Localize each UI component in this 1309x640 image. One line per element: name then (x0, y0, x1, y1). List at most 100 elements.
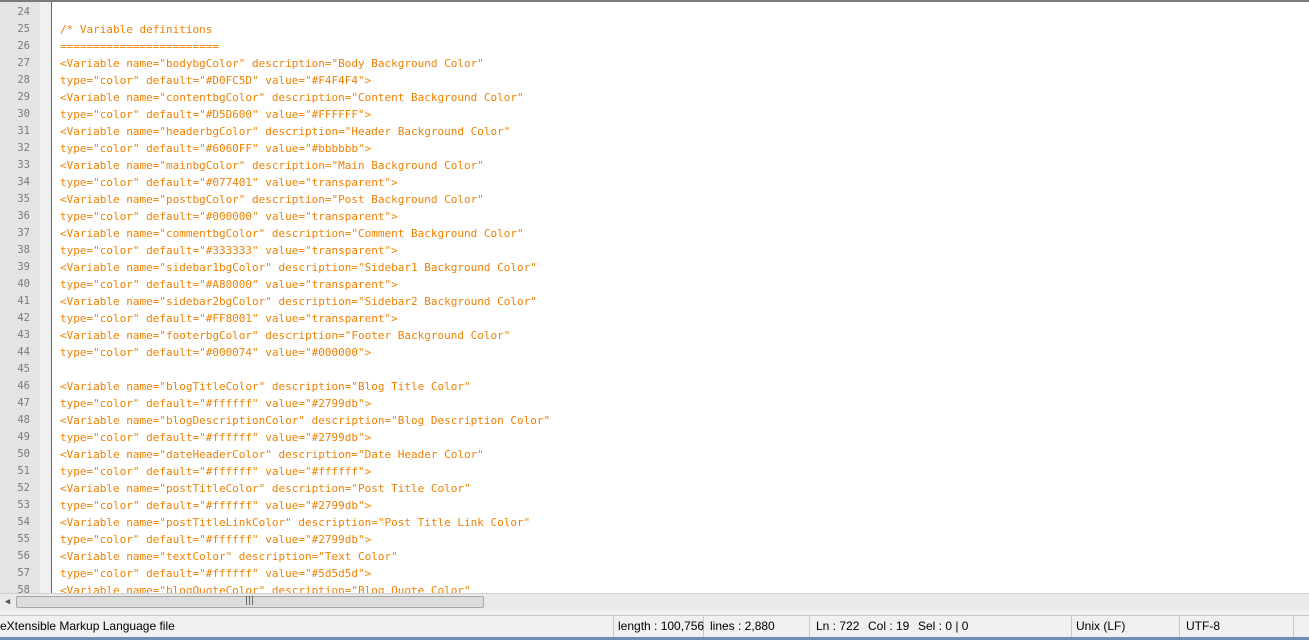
code-line[interactable]: 34 type="color" default="#077401" value="… (0, 174, 1309, 191)
line-number: 52 (17, 482, 30, 494)
line-text[interactable]: <Variable name="commentbgColor" descript… (60, 225, 524, 242)
line-text[interactable]: type="color" default="#000000" value="tr… (60, 208, 398, 225)
code-line[interactable]: 55 type="color" default="#ffffff" value="… (0, 531, 1309, 548)
line-number: 32 (17, 142, 30, 154)
line-text[interactable]: <Variable name="dateHeaderColor" descrip… (60, 446, 484, 463)
code-line[interactable]: 53 type="color" default="#ffffff" value="… (0, 497, 1309, 514)
line-text[interactable]: type="color" default="#ffffff" value="#2… (60, 429, 371, 446)
code-line[interactable]: 40 type="color" default="#A80000" value="… (0, 276, 1309, 293)
line-number: 55 (17, 533, 30, 545)
code-line[interactable]: 35 <Variable name="postbgColor" descripti… (0, 191, 1309, 208)
line-text[interactable]: <Variable name="sidebar2bgColor" descrip… (60, 293, 537, 310)
line-number: 39 (17, 261, 30, 273)
line-text[interactable]: type="color" default="#333333" value="tr… (60, 242, 398, 259)
code-line[interactable]: 42 type="color" default="#FF8001" value="… (0, 310, 1309, 327)
code-line[interactable]: 28 type="color" default="#D0FC5D" value="… (0, 72, 1309, 89)
code-line[interactable]: 43 <Variable name="footerbgColor" descrip… (0, 327, 1309, 344)
line-number: 24 (17, 6, 30, 18)
line-number: 33 (17, 159, 30, 171)
line-text[interactable]: <Variable name="postTitleColor" descript… (60, 480, 471, 497)
line-text[interactable]: type="color" default="#ffffff" value="#2… (60, 395, 371, 412)
line-number: 37 (17, 227, 30, 239)
line-text[interactable]: <Variable name="headerbgColor" descripti… (60, 123, 510, 140)
code-line[interactable]: 38 type="color" default="#333333" value="… (0, 242, 1309, 259)
code-line[interactable]: 29 <Variable name="contentbgColor" descri… (0, 89, 1309, 106)
status-lines: lines : 2,880 (706, 616, 810, 637)
line-text[interactable]: <Variable name="postTitleLinkColor" desc… (60, 514, 530, 531)
code-line[interactable]: 24 (0, 4, 1309, 21)
code-line[interactable]: 49 type="color" default="#ffffff" value="… (0, 429, 1309, 446)
code-lines[interactable]: 24 25 /* Variable definitions 26 ===========… (0, 4, 1309, 593)
code-line[interactable]: 47 type="color" default="#ffffff" value="… (0, 395, 1309, 412)
code-line[interactable]: 36 type="color" default="#000000" value="… (0, 208, 1309, 225)
line-text[interactable]: <Variable name="blogQuoteColor" descript… (60, 582, 471, 593)
code-line[interactable]: 57 type="color" default="#ffffff" value="… (0, 565, 1309, 582)
line-number: 54 (17, 516, 30, 528)
code-line[interactable]: 50 <Variable name="dateHeaderColor" descr… (0, 446, 1309, 463)
line-text[interactable]: type="color" default="#ffffff" value="#2… (60, 531, 371, 548)
code-line[interactable]: 56 <Variable name="textColor" description… (0, 548, 1309, 565)
code-line[interactable]: 51 type="color" default="#ffffff" value="… (0, 463, 1309, 480)
code-line[interactable]: 52 <Variable name="postTitleColor" descri… (0, 480, 1309, 497)
line-number: 34 (17, 176, 30, 188)
scroll-left-arrow-icon[interactable]: ◀ (1, 595, 14, 609)
line-text[interactable]: type="color" default="#D0FC5D" value="#F… (60, 72, 371, 89)
line-text[interactable]: type="color" default="#6060FF" value="#b… (60, 140, 371, 157)
line-number: 26 (17, 40, 30, 52)
code-line[interactable]: 25 /* Variable definitions (0, 21, 1309, 38)
code-line[interactable]: 58 <Variable name="blogQuoteColor" descri… (0, 582, 1309, 593)
line-number: 28 (17, 74, 30, 86)
code-line[interactable]: 44 type="color" default="#000074" value="… (0, 344, 1309, 361)
line-text[interactable]: <Variable name="blogTitleColor" descript… (60, 378, 471, 395)
code-line[interactable]: 27 <Variable name="bodybgColor" descripti… (0, 55, 1309, 72)
line-number: 49 (17, 431, 30, 443)
code-line[interactable]: 30 type="color" default="#D5D600" value="… (0, 106, 1309, 123)
line-text[interactable]: type="color" default="#ffffff" value="#5… (60, 565, 371, 582)
line-text[interactable]: type="color" default="#ffffff" value="#f… (60, 463, 371, 480)
line-text[interactable]: type="color" default="#000074" value="#0… (60, 344, 371, 361)
line-number: 30 (17, 108, 30, 120)
line-text[interactable]: type="color" default="#A80000" value="tr… (60, 276, 398, 293)
line-text[interactable]: <Variable name="mainbgColor" description… (60, 157, 484, 174)
line-text[interactable]: type="color" default="#077401" value="tr… (60, 174, 398, 191)
line-number: 46 (17, 380, 30, 392)
code-line[interactable]: 41 <Variable name="sidebar2bgColor" descr… (0, 293, 1309, 310)
line-text[interactable]: type="color" default="#FF8001" value="tr… (60, 310, 398, 327)
line-text[interactable]: ======================== (60, 38, 219, 55)
scrollbar-thumb[interactable]: ||| (16, 596, 484, 608)
line-text[interactable]: <Variable name="sidebar1bgColor" descrip… (60, 259, 537, 276)
code-line[interactable]: 54 <Variable name="postTitleLinkColor" de… (0, 514, 1309, 531)
line-number: 43 (17, 329, 30, 341)
line-number: 41 (17, 295, 30, 307)
line-number: 40 (17, 278, 30, 290)
editor-pane[interactable]: 24 25 /* Variable definitions 26 ===========… (0, 0, 1309, 593)
code-line[interactable]: 37 <Variable name="commentbgColor" descri… (0, 225, 1309, 242)
line-text[interactable]: type="color" default="#D5D600" value="#F… (60, 106, 371, 123)
status-eol[interactable]: Unix (LF) (1072, 616, 1180, 637)
line-text[interactable]: <Variable name="textColor" description="… (60, 548, 398, 565)
line-number: 42 (17, 312, 30, 324)
line-number: 38 (17, 244, 30, 256)
status-encoding[interactable]: UTF-8 (1182, 616, 1294, 637)
code-line[interactable]: 39 <Variable name="sidebar1bgColor" descr… (0, 259, 1309, 276)
code-line[interactable]: 45 (0, 361, 1309, 378)
code-line[interactable]: 33 <Variable name="mainbgColor" descripti… (0, 157, 1309, 174)
line-number: 44 (17, 346, 30, 358)
code-line[interactable]: 46 <Variable name="blogTitleColor" descri… (0, 378, 1309, 395)
status-ln: Ln : 722 (816, 619, 860, 633)
code-line[interactable]: 31 <Variable name="headerbgColor" descrip… (0, 123, 1309, 140)
line-number: 47 (17, 397, 30, 409)
line-number: 50 (17, 448, 30, 460)
line-text[interactable]: <Variable name="bodybgColor" description… (60, 55, 484, 72)
line-text[interactable]: <Variable name="blogDescriptionColor" de… (60, 412, 550, 429)
line-text[interactable]: type="color" default="#ffffff" value="#2… (60, 497, 371, 514)
code-line[interactable]: 26 ======================== (0, 38, 1309, 55)
line-text[interactable]: <Variable name="footerbgColor" descripti… (60, 327, 510, 344)
line-number: 56 (17, 550, 30, 562)
line-text[interactable]: <Variable name="postbgColor" description… (60, 191, 484, 208)
code-line[interactable]: 48 <Variable name="blogDescriptionColor" … (0, 412, 1309, 429)
line-text[interactable]: /* Variable definitions (60, 21, 212, 38)
horizontal-scrollbar[interactable]: ◀ ||| (0, 593, 1309, 610)
code-line[interactable]: 32 type="color" default="#6060FF" value="… (0, 140, 1309, 157)
line-text[interactable]: <Variable name="contentbgColor" descript… (60, 89, 524, 106)
